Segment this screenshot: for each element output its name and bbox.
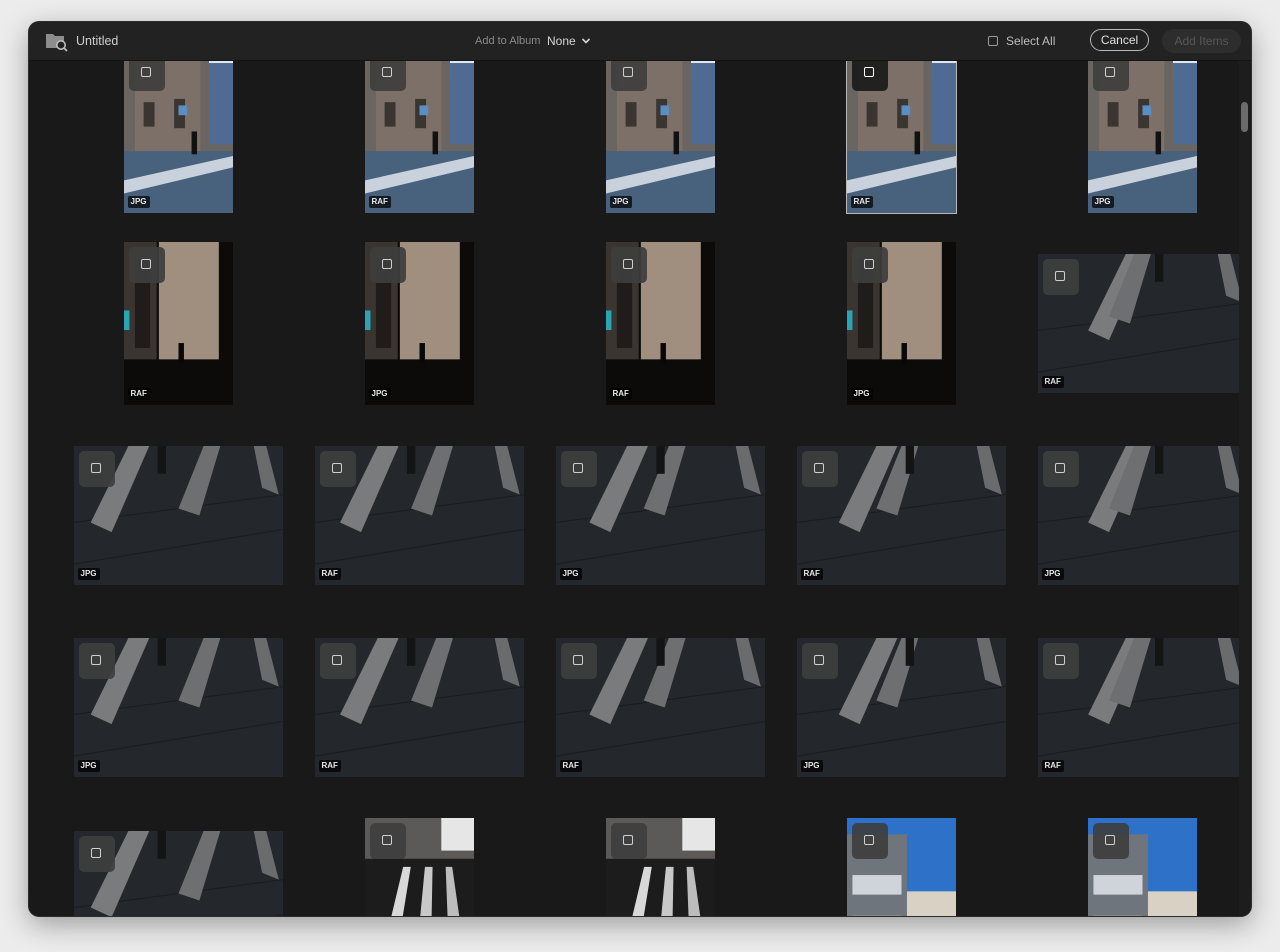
page-title: Untitled bbox=[76, 34, 119, 48]
photo-grid: JPG RAF JPG RAF JPG RAF JPG RAF JPG RAF JPG RAF JPG R… bbox=[29, 61, 1239, 916]
add-to-album-label: Add to Album bbox=[475, 35, 541, 47]
checkbox-icon[interactable] bbox=[369, 61, 406, 91]
photo-thumbnail[interactable]: RAF bbox=[845, 61, 957, 214]
photo-thumbnail[interactable]: JPG bbox=[1087, 61, 1197, 213]
photo-thumbnail[interactable]: RAF bbox=[555, 638, 765, 777]
photo-thumbnail[interactable]: JPG bbox=[605, 61, 715, 213]
add-items-button[interactable]: Add Items bbox=[1162, 29, 1241, 53]
select-all-label: Select All bbox=[1006, 34, 1056, 48]
checkbox-icon[interactable] bbox=[801, 451, 838, 487]
folder-search-icon bbox=[44, 30, 68, 52]
scrollbar[interactable] bbox=[1239, 61, 1251, 916]
format-badge: RAF bbox=[559, 760, 582, 772]
photo-thumbnail[interactable] bbox=[73, 831, 283, 916]
checkbox-icon[interactable] bbox=[78, 836, 115, 872]
photo-thumbnail[interactable]: JPG bbox=[73, 638, 283, 777]
photo-thumbnail[interactable]: JPG bbox=[1037, 446, 1239, 585]
format-badge: JPG bbox=[127, 196, 150, 208]
photo-thumbnail[interactable]: JPG bbox=[123, 61, 233, 213]
format-badge: JPG bbox=[609, 196, 632, 208]
photo-thumbnail[interactable]: JPG bbox=[555, 446, 765, 585]
checkbox-icon[interactable] bbox=[851, 61, 888, 91]
cancel-button[interactable]: Cancel bbox=[1090, 29, 1149, 51]
format-badge: RAF bbox=[800, 568, 823, 580]
format-badge: JPG bbox=[850, 388, 873, 400]
photo-thumbnail[interactable]: RAF bbox=[364, 61, 474, 213]
checkbox-icon[interactable] bbox=[1042, 259, 1079, 295]
scrollbar-thumb[interactable] bbox=[1241, 102, 1248, 132]
photo-thumbnail[interactable]: JPG bbox=[364, 242, 474, 405]
format-badge: RAF bbox=[368, 196, 391, 208]
format-badge: RAF bbox=[609, 388, 632, 400]
checkbox-icon[interactable] bbox=[369, 247, 406, 283]
format-badge: JPG bbox=[368, 388, 391, 400]
checkbox-icon[interactable] bbox=[369, 823, 406, 859]
photo-thumbnail[interactable]: RAF bbox=[314, 446, 524, 585]
format-badge: JPG bbox=[800, 760, 823, 772]
photo-thumbnail[interactable]: JPG bbox=[73, 446, 283, 585]
photo-thumbnail[interactable]: JPG bbox=[796, 638, 1006, 777]
photo-thumbnail[interactable]: RAF bbox=[314, 638, 524, 777]
photo-thumbnail[interactable] bbox=[846, 818, 956, 916]
photo-thumbnail[interactable]: RAF bbox=[605, 242, 715, 405]
checkbox-icon[interactable] bbox=[610, 247, 647, 283]
checkbox-icon[interactable] bbox=[1092, 823, 1129, 859]
album-dropdown[interactable]: None bbox=[547, 32, 591, 50]
checkbox-icon[interactable] bbox=[319, 643, 356, 679]
checkbox-icon[interactable] bbox=[319, 451, 356, 487]
photo-thumbnail[interactable]: RAF bbox=[123, 242, 233, 405]
photo-thumbnail[interactable] bbox=[1087, 818, 1197, 916]
photo-thumbnail[interactable] bbox=[605, 818, 715, 916]
format-badge: JPG bbox=[77, 760, 100, 772]
add-items-dialog: Untitled Add to Album None Select All Ca… bbox=[29, 22, 1251, 916]
checkbox-icon[interactable] bbox=[851, 247, 888, 283]
checkbox-icon[interactable] bbox=[128, 247, 165, 283]
format-badge: JPG bbox=[1041, 568, 1064, 580]
format-badge: RAF bbox=[850, 196, 873, 208]
toolbar: Untitled Add to Album None Select All Ca… bbox=[29, 22, 1251, 61]
format-badge: RAF bbox=[127, 388, 150, 400]
select-all-toggle[interactable]: Select All bbox=[988, 34, 1055, 48]
checkbox-icon[interactable] bbox=[851, 823, 888, 859]
checkbox-icon[interactable] bbox=[128, 61, 165, 91]
format-badge: RAF bbox=[318, 568, 341, 580]
photo-thumbnail[interactable] bbox=[364, 818, 474, 916]
checkbox-icon[interactable] bbox=[1042, 451, 1079, 487]
checkbox-icon[interactable] bbox=[560, 451, 597, 487]
checkbox-icon[interactable] bbox=[801, 643, 838, 679]
photo-thumbnail[interactable]: RAF bbox=[1037, 254, 1239, 393]
checkbox-icon[interactable] bbox=[988, 36, 998, 46]
checkbox-icon[interactable] bbox=[78, 451, 115, 487]
format-badge: RAF bbox=[1041, 376, 1064, 388]
checkbox-icon[interactable] bbox=[610, 823, 647, 859]
album-dropdown-value: None bbox=[547, 34, 576, 48]
checkbox-icon[interactable] bbox=[1092, 61, 1129, 91]
format-badge: JPG bbox=[559, 568, 582, 580]
photo-thumbnail[interactable]: RAF bbox=[796, 446, 1006, 585]
format-badge: JPG bbox=[1091, 196, 1114, 208]
checkbox-icon[interactable] bbox=[1042, 643, 1079, 679]
chevron-down-icon bbox=[581, 38, 590, 44]
photo-thumbnail[interactable]: JPG bbox=[846, 242, 956, 405]
checkbox-icon[interactable] bbox=[610, 61, 647, 91]
format-badge: JPG bbox=[77, 568, 100, 580]
format-badge: RAF bbox=[1041, 760, 1064, 772]
checkbox-icon[interactable] bbox=[78, 643, 115, 679]
checkbox-icon[interactable] bbox=[560, 643, 597, 679]
format-badge: RAF bbox=[318, 760, 341, 772]
photo-thumbnail[interactable]: RAF bbox=[1037, 638, 1239, 777]
